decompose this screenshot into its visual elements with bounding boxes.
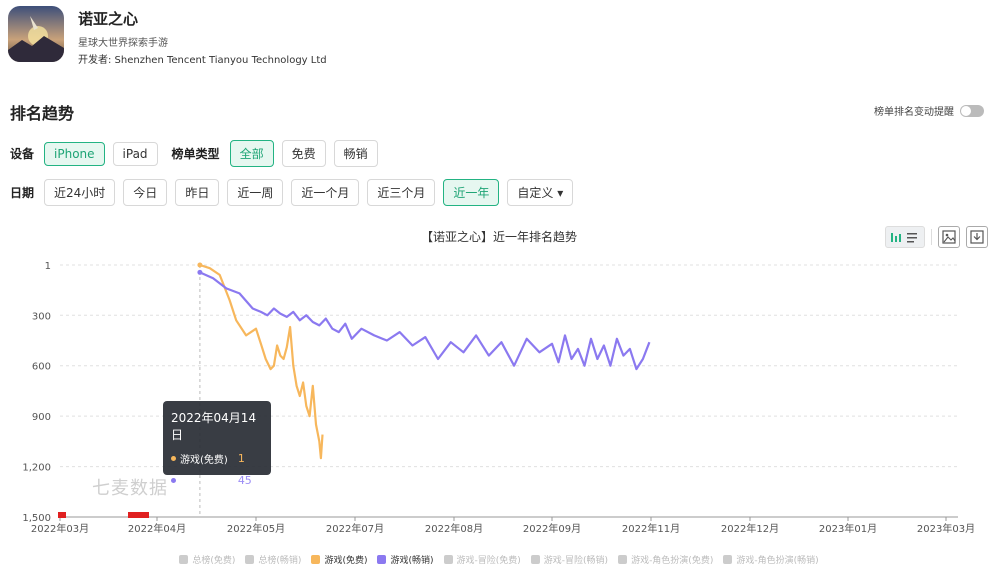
tooltip-grossing-name: 游戏(畅销) (180, 477, 228, 488)
free-dot-icon (171, 456, 176, 461)
legend-swatch-icon (245, 555, 255, 564)
tooltip-free-name: 游戏(免费) (180, 455, 228, 466)
x-tick-label: 2023年03月 (917, 522, 975, 535)
legend-label: 总榜(免费) (192, 556, 236, 566)
x-tick-label: 2022年07月 (326, 522, 384, 535)
x-tick-label: 2022年09月 (523, 522, 581, 535)
legend-item[interactable]: 总榜(免费) (179, 553, 235, 566)
x-tick-label: 2022年12月 (721, 522, 779, 535)
tooltip-row-grossing: 游戏(畅销) 45 (171, 473, 263, 488)
series-point-grossing (197, 269, 203, 275)
flag-marker-icon (141, 512, 149, 518)
tooltip-free-value: 1 (237, 452, 245, 465)
y-tick-label: 1,200 (22, 463, 51, 474)
legend-label: 总榜(畅销) (258, 556, 302, 566)
legend-swatch-icon (377, 555, 387, 564)
x-tick-label: 2022年05月 (227, 522, 285, 535)
grossing-dot-icon (171, 478, 176, 483)
series-line-grossing (199, 271, 651, 371)
legend-item[interactable]: 总榜(畅销) (245, 553, 301, 566)
x-tick-label: 2022年04月 (128, 522, 186, 535)
legend-item[interactable]: 游戏-冒险(畅销) (530, 553, 609, 566)
legend-label: 游戏(免费) (324, 556, 368, 566)
legend-label: 游戏-冒险(畅销) (543, 556, 609, 566)
chart-tooltip: 2022年04月14日 游戏(免费) 1 游戏(畅销) 45 (163, 401, 271, 488)
series-point-free (197, 262, 203, 268)
legend-label: 游戏-冒险(免费) (456, 556, 521, 566)
y-tick-label: 1 (45, 261, 51, 272)
legend-swatch-icon (443, 555, 453, 564)
tooltip-row-free: 游戏(免费) 1 (171, 451, 263, 466)
watermark: 七麦数据 (92, 478, 168, 499)
legend-swatch-icon (179, 555, 189, 564)
legend-item[interactable]: 游戏-冒险(免费) (443, 553, 521, 566)
y-tick-label: 900 (32, 412, 51, 423)
y-tick-label: 600 (32, 362, 51, 373)
y-tick-label: 1,500 (22, 513, 51, 524)
legend-item[interactable]: 游戏(免费) (311, 553, 367, 566)
flag-marker-icon (58, 512, 66, 518)
y-tick-label: 300 (32, 311, 51, 322)
legend-label: 游戏(畅销) (390, 556, 434, 566)
legend-label: 游戏-角色扮演(畅销) (736, 556, 819, 566)
chart-legend: 总榜(免费) 总榜(畅销) 游戏(免费) 游戏(畅销) 游戏-冒险(免费) 游戏-冒险(畅… (0, 553, 998, 566)
legend-item[interactable]: 游戏(畅销) (377, 553, 434, 566)
legend-item[interactable]: 游戏-角色扮演(畅销) (723, 553, 819, 566)
x-tick-label: 2022年03月 (31, 522, 89, 535)
flag-marker-icon (134, 512, 142, 518)
legend-swatch-icon (723, 555, 733, 564)
x-tick-label: 2022年11月 (622, 522, 680, 535)
tooltip-grossing-value: 45 (237, 474, 252, 487)
legend-swatch-icon (530, 555, 540, 564)
x-tick-label: 2023年01月 (819, 522, 877, 535)
legend-label: 游戏-角色扮演(免费) (631, 556, 714, 566)
legend-swatch-icon (311, 555, 321, 564)
legend-swatch-icon (618, 555, 628, 564)
legend-item[interactable]: 游戏-角色扮演(免费) (618, 553, 713, 566)
x-tick-label: 2022年08月 (425, 522, 483, 535)
tooltip-date: 2022年04月14日 (171, 411, 257, 442)
